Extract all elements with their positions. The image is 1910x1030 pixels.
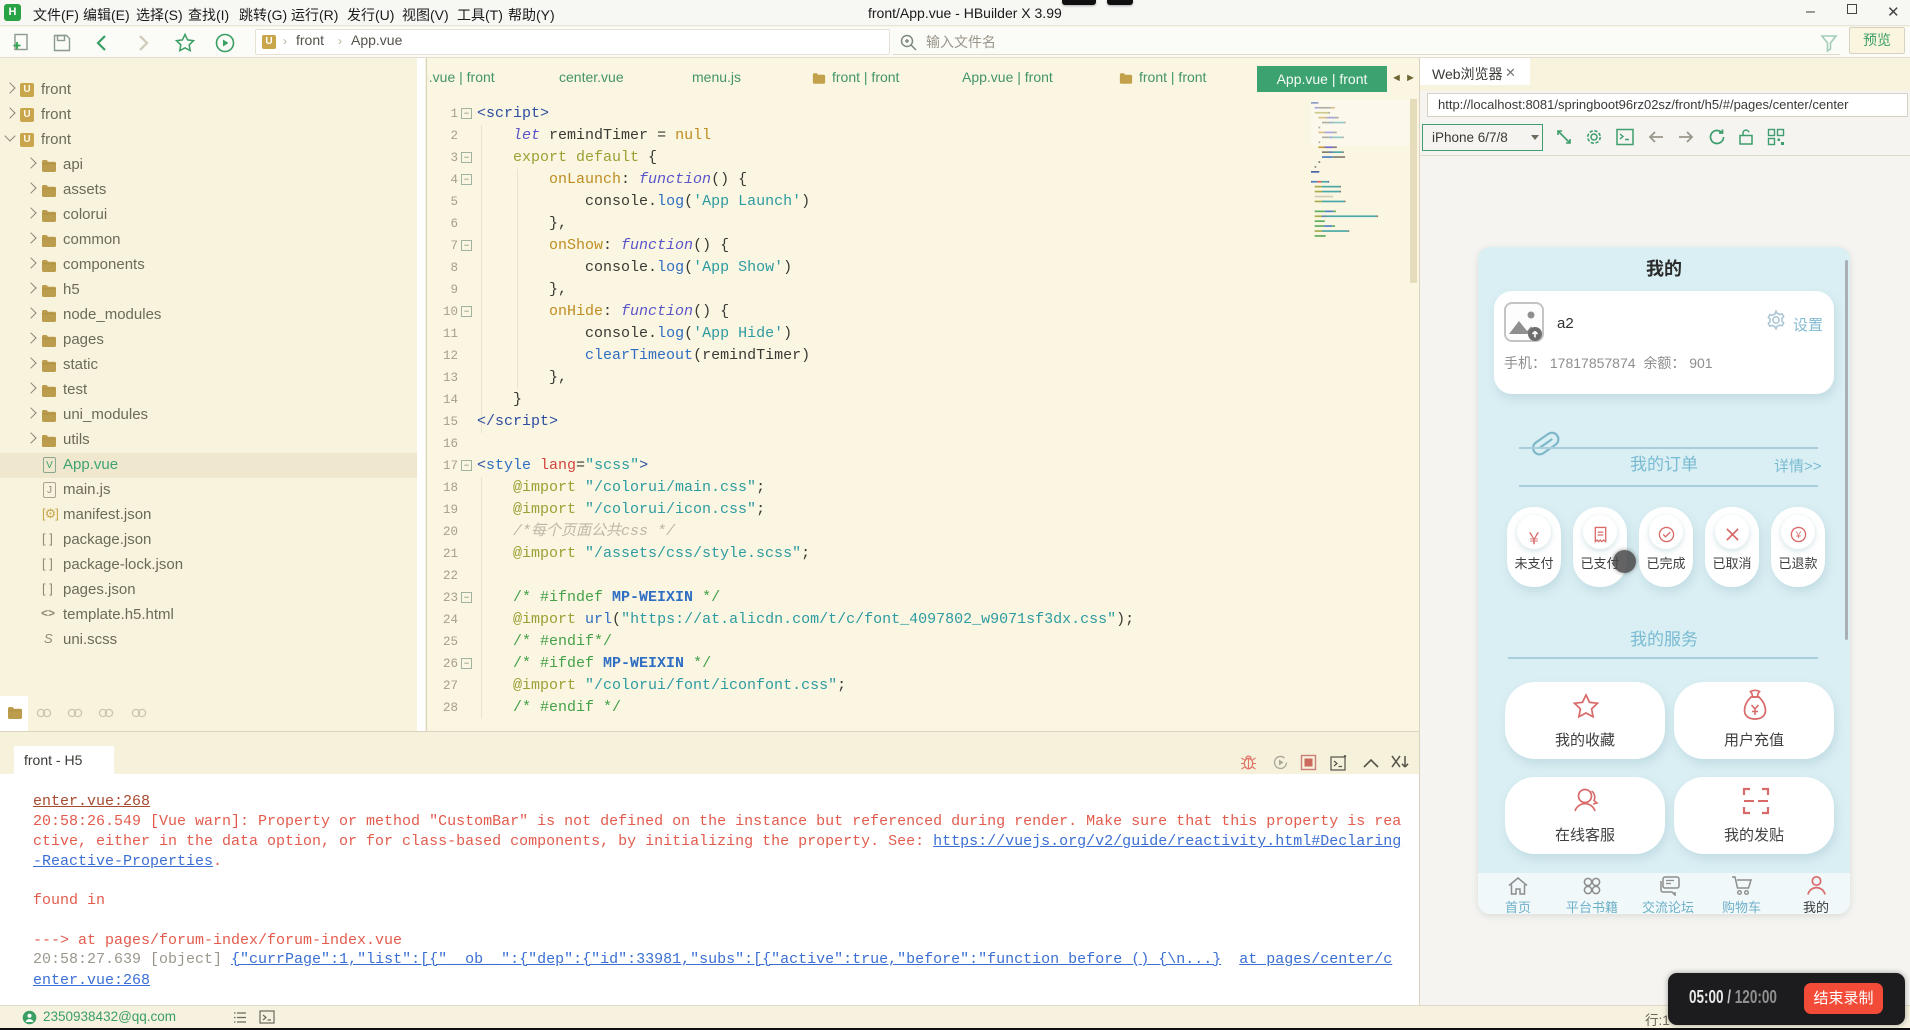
svg-text:￥: ￥ [1794, 530, 1803, 540]
